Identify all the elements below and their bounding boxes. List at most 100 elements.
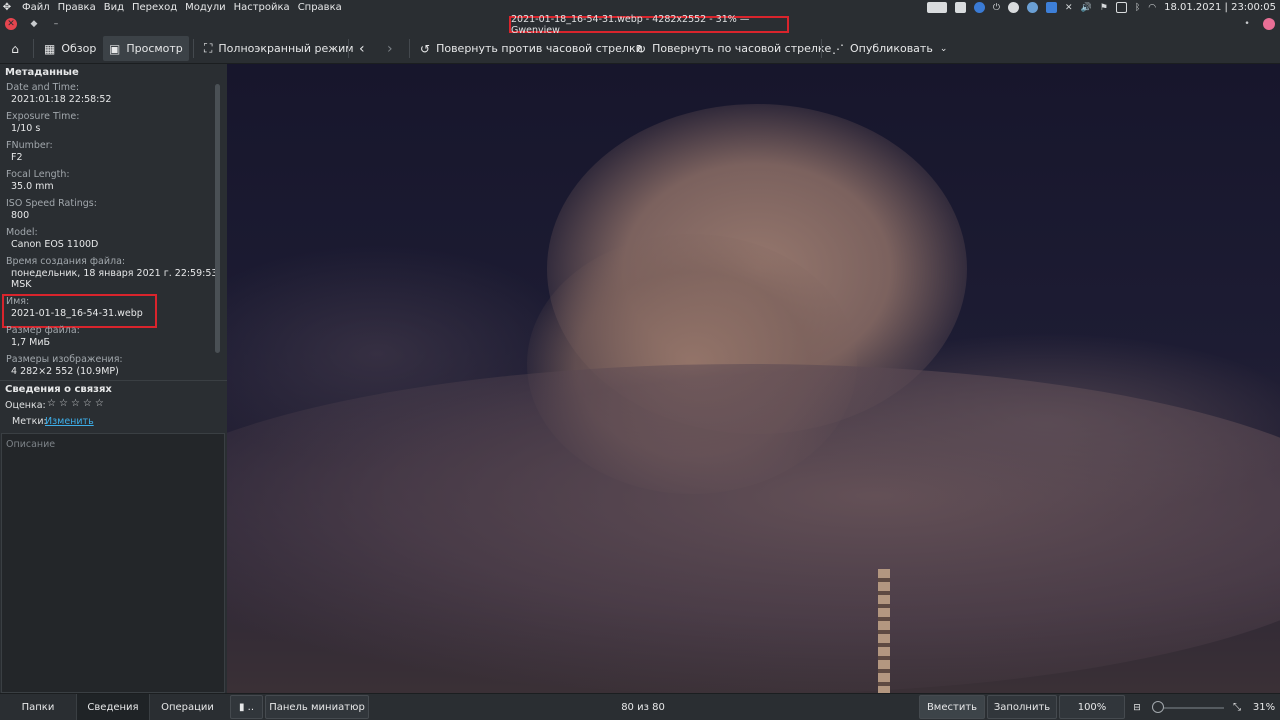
fit-button[interactable]: Вместить [919, 695, 985, 719]
bluetooth-icon[interactable]: ᛒ [1135, 3, 1140, 13]
toolbar-separator [33, 39, 34, 58]
flag-icon[interactable]: ⚑ [1100, 3, 1108, 13]
rating-stars: ☆ ☆ ☆ ☆ ☆ [47, 398, 107, 409]
fill-button[interactable]: Заполнить [987, 695, 1057, 719]
zoom-in-icon[interactable]: ⤡ [1230, 694, 1244, 720]
star-icon[interactable]: ☆ [71, 398, 80, 409]
pin-window-icon[interactable]: ◆ [28, 18, 40, 30]
wifi-icon[interactable]: ◠ [1148, 3, 1156, 13]
next-button[interactable]: › [387, 36, 393, 61]
meta-value-fnumber: F2 [11, 152, 23, 163]
image-viewer[interactable] [227, 64, 1280, 693]
zoom-out-icon[interactable]: ⊟ [1130, 694, 1144, 720]
zoom-slider-handle[interactable] [1152, 701, 1164, 713]
zoom-level: 31% [1252, 702, 1276, 713]
menu-item-file[interactable]: Файл [22, 2, 50, 13]
fullscreen-button[interactable]: ⛶ Полноэкранный режим [204, 36, 354, 61]
fullscreen-icon: ⛶ [204, 41, 213, 55]
meta-value-date: 2021:01:18 22:58:52 [11, 94, 112, 105]
system-tray: ⏻ ✕ 🔊 ⚑ ᛒ ◠ 18.01.2021 | 23:00:05 [926, 0, 1280, 15]
home-button[interactable]: ⌂ [6, 36, 24, 61]
maximize-window-icon[interactable] [1263, 18, 1275, 30]
menu-item-go[interactable]: Переход [132, 2, 177, 13]
menu-item-edit[interactable]: Правка [58, 2, 96, 13]
meta-label-iso: ISO Speed Ratings: [6, 198, 97, 209]
share-button[interactable]: ⋰ Опубликовать ⌄ [832, 36, 947, 61]
meta-label-name: Имя: [6, 296, 30, 307]
clipboard-icon[interactable] [1115, 2, 1127, 13]
description-placeholder: Описание [6, 439, 56, 450]
sidebar: Метаданные Date and Time: 2021:01:18 22:… [0, 64, 227, 693]
menu-item-help[interactable]: Справка [298, 2, 342, 13]
previous-button[interactable]: ‹ [359, 36, 365, 61]
rotate-right-label: Повернуть по часовой стрелке [652, 42, 832, 55]
main-toolbar: ⌂ ▦ Обзор ▣ Просмотр ⛶ Полноэкранный реж… [0, 33, 1280, 64]
notifications-icon[interactable] [1045, 2, 1057, 13]
meta-value-iso: 800 [11, 210, 30, 221]
close-window-icon[interactable]: ✕ [5, 18, 17, 30]
view-label: Просмотр [126, 42, 183, 55]
status-bar: Папки Сведения Операции ▮ .. Панель мини… [0, 693, 1280, 720]
power-icon[interactable]: ⏻ [993, 3, 1000, 13]
rotate-right-button[interactable]: ↻ Повернуть по часовой стрелке [636, 36, 831, 61]
home-icon: ⌂ [11, 41, 19, 56]
updates-icon[interactable] [1026, 2, 1038, 13]
browser-icon[interactable] [973, 2, 985, 13]
description-field[interactable]: Описание [1, 433, 225, 693]
menu-item-settings[interactable]: Настройка [234, 2, 290, 13]
actual-size-button[interactable]: 100% [1059, 695, 1125, 719]
share-icon: ⋰ [832, 41, 844, 56]
menu-bar: ✥ Файл Правка Вид Переход Модули Настрой… [0, 2, 350, 13]
window-list-icon[interactable] [926, 2, 947, 13]
window-menu-icon[interactable]: • [1241, 18, 1253, 30]
browse-button[interactable]: ▦ Обзор [44, 36, 96, 61]
rotate-left-icon: ↺ [420, 41, 431, 56]
tray-app-icon[interactable] [1007, 2, 1019, 13]
menu-item-plugins[interactable]: Модули [185, 2, 225, 13]
toolbar-separator [821, 39, 822, 58]
thumbnail-bar-button[interactable]: Панель миниатюр [265, 695, 369, 719]
meta-value-model: Canon EOS 1100D [11, 239, 99, 250]
tags-edit-link[interactable]: Изменить [45, 416, 94, 427]
tab-folders[interactable]: Папки [0, 694, 76, 720]
tab-operations[interactable]: Операции [150, 694, 225, 720]
tags-label: Метки: [12, 416, 47, 427]
star-icon[interactable]: ☆ [95, 398, 104, 409]
rotate-left-label: Повернуть против часовой стрелки [436, 42, 643, 55]
cloud-shape [787, 334, 1280, 514]
rotate-left-button[interactable]: ↺ Повернуть против часовой стрелки [420, 36, 643, 61]
window-title-bar: ✕ ◆ – 2021-01-18_16-54-31.webp - 4282x25… [0, 14, 1280, 36]
clock[interactable]: 18.01.2021 | 23:00:05 [1164, 2, 1276, 13]
menu-item-view[interactable]: Вид [104, 2, 124, 13]
tab-information[interactable]: Сведения [76, 694, 150, 720]
minimize-window-icon[interactable]: – [50, 18, 62, 30]
image-counter: 80 из 80 [621, 702, 665, 713]
star-icon[interactable]: ☆ [83, 398, 92, 409]
chevron-right-icon: › [387, 40, 393, 57]
meta-value-dimensions: 4 282×2 552 (10.9MP) [11, 366, 119, 377]
close-tray-icon[interactable]: ✕ [1065, 3, 1073, 13]
meta-label-focal: Focal Length: [6, 169, 70, 180]
meta-label-model: Model: [6, 227, 38, 238]
toolbar-separator [348, 39, 349, 58]
chimney [878, 569, 890, 693]
keyboard-icon[interactable] [954, 2, 966, 13]
meta-label-fnumber: FNumber: [6, 140, 53, 151]
star-icon[interactable]: ☆ [59, 398, 68, 409]
fullscreen-label: Полноэкранный режим [218, 42, 354, 55]
window-title: 2021-01-18_16-54-31.webp - 4282x2552 - 3… [509, 14, 789, 36]
sidebar-toggle-button[interactable]: ▮ .. [230, 695, 263, 719]
toolbar-separator [409, 39, 410, 58]
star-icon[interactable]: ☆ [47, 398, 56, 409]
relations-title: Сведения о связях [5, 384, 112, 395]
volume-icon[interactable]: 🔊 [1081, 3, 1092, 13]
meta-value-focal: 35.0 mm [11, 181, 54, 192]
meta-value-created: понедельник, 18 января 2021 г. 22:59:53 [11, 268, 218, 279]
view-button[interactable]: ▣ Просмотр [103, 36, 189, 61]
metadata-scrollbar[interactable] [215, 84, 220, 353]
browse-label: Обзор [61, 42, 97, 55]
chevron-down-icon: ⌄ [939, 43, 948, 54]
meta-value-filesize: 1,7 МиБ [11, 337, 51, 348]
toolbar-separator [193, 39, 194, 58]
app-launcher-icon[interactable]: ✥ [0, 2, 14, 13]
